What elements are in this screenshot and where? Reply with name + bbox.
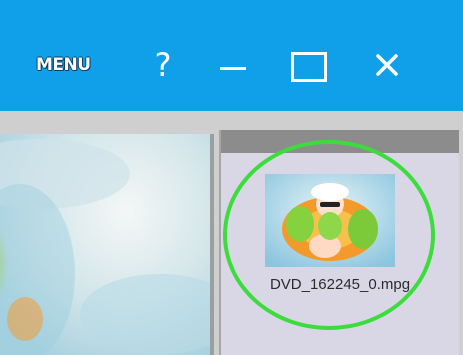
- preview-frame-image: [0, 134, 210, 355]
- minimize-button[interactable]: [218, 54, 248, 80]
- media-filename: DVD_162245_0.mpg: [269, 276, 411, 293]
- help-button[interactable]: ?: [150, 43, 176, 87]
- video-preview[interactable]: [0, 134, 214, 355]
- thumbnail-image: [265, 174, 395, 267]
- title-bar: MENU ?: [0, 0, 463, 111]
- media-list-panel: DVD_162245_0.mpg: [219, 130, 459, 355]
- close-icon: [376, 54, 398, 76]
- maximize-button[interactable]: [289, 50, 327, 82]
- menu-button[interactable]: MENU: [36, 55, 91, 79]
- panel-header: [221, 130, 459, 153]
- media-thumbnail[interactable]: [265, 174, 395, 267]
- minimize-icon: [220, 67, 246, 70]
- maximize-icon: [291, 52, 327, 82]
- help-icon: ?: [154, 46, 172, 84]
- close-button[interactable]: [372, 50, 402, 80]
